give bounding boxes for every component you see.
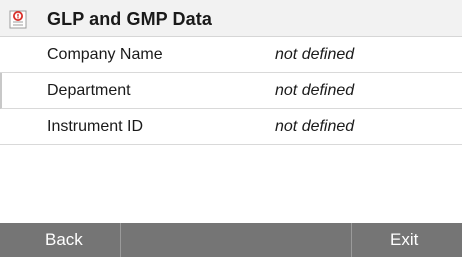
page-title: GLP and GMP Data (47, 9, 212, 29)
settings-row-instrument-id[interactable]: Instrument ID not defined (0, 109, 462, 145)
exit-button[interactable]: Exit (352, 223, 462, 257)
row-label: Instrument ID (47, 118, 144, 135)
row-value: not defined (275, 118, 355, 135)
middle-softkey[interactable] (121, 223, 352, 257)
exit-button-label: Exit (390, 230, 419, 249)
back-button[interactable]: Back (0, 223, 121, 257)
page-header: GLP and GMP Data (0, 0, 462, 37)
glp-gmp-screen: GLP and GMP Data Company Name not define… (0, 0, 462, 257)
settings-row-department[interactable]: Department not defined (0, 73, 462, 109)
protocol-document-icon (9, 9, 27, 29)
row-value: not defined (275, 82, 355, 99)
back-button-label: Back (45, 230, 83, 249)
row-label: Department (47, 82, 131, 99)
softkey-bar: Back Exit (0, 223, 462, 257)
settings-row-company-name[interactable]: Company Name not defined (0, 37, 462, 73)
row-label: Company Name (47, 46, 163, 63)
row-value: not defined (275, 46, 355, 63)
